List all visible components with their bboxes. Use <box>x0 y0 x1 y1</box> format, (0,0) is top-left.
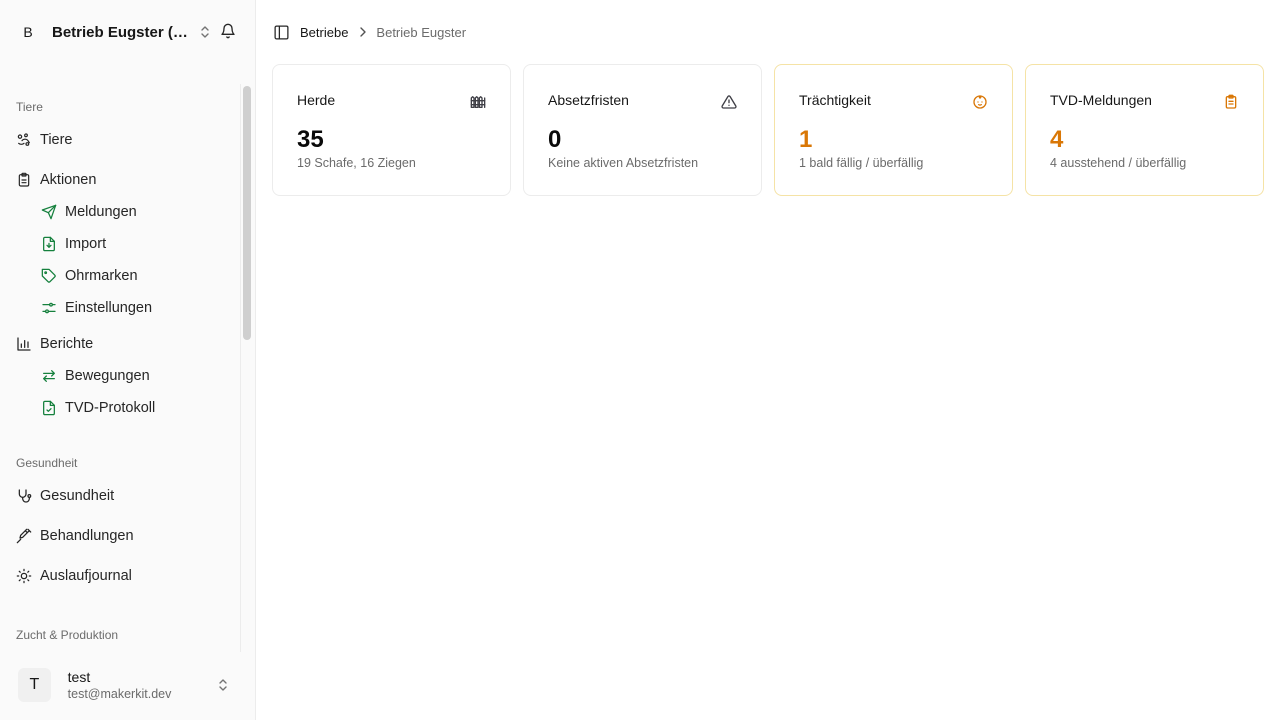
file-check-icon <box>41 400 57 416</box>
clipboard-icon <box>16 172 32 188</box>
section-label-tiere: Tiere <box>16 100 43 114</box>
sidebar-item-einstellungen[interactable]: Einstellungen <box>33 292 232 324</box>
sidebar-item-label: Aktionen <box>40 172 97 188</box>
sidebar-item-label: Gesundheit <box>40 488 115 504</box>
sidebar-item-label: Behandlungen <box>40 528 134 544</box>
card-value: 4 <box>1050 126 1064 153</box>
sidebar-item-import[interactable]: Import <box>33 228 232 260</box>
sidebar-scrollbar[interactable] <box>243 86 251 340</box>
sidebar-item-auslaufjournal[interactable]: Auslaufjournal <box>8 560 232 592</box>
sidebar-item-meldungen[interactable]: Meldungen <box>33 196 232 228</box>
stat-card-tvd-meldungen[interactable]: TVD-Meldungen 4 4 ausstehend / überfälli… <box>1025 64 1264 196</box>
user-name: test <box>67 669 91 685</box>
scroll-track <box>240 84 241 652</box>
syringe-icon <box>16 528 32 544</box>
sidebar-item-label: Import <box>65 236 107 252</box>
sidebar-item-label: Meldungen <box>65 204 137 220</box>
bar-chart-icon <box>16 336 32 352</box>
send-icon <box>41 204 57 220</box>
sun-icon <box>16 568 32 584</box>
card-title: Absetzfristen <box>548 92 629 108</box>
card-title: TVD-Meldungen <box>1050 92 1152 108</box>
clipboard-list-icon <box>1223 94 1239 110</box>
sidebar: B Betrieb Eugster (H... Tiere Tiere Akti… <box>0 0 256 720</box>
section-label-gesundheit: Gesundheit <box>16 456 78 470</box>
org-switcher[interactable]: B Betrieb Eugster (H... <box>8 12 240 52</box>
baby-icon <box>972 94 988 110</box>
stat-card-herde[interactable]: Herde 35 19 Schafe, 16 Ziegen <box>272 64 511 196</box>
warning-triangle-icon <box>721 94 737 110</box>
stethoscope-icon <box>16 488 32 504</box>
animals-icon <box>16 132 32 148</box>
chevron-right-icon <box>358 26 368 38</box>
sidebar-item-label: Tiere <box>40 132 73 148</box>
sidebar-item-label: TVD-Protokoll <box>65 400 156 416</box>
tag-icon <box>41 268 57 284</box>
card-subtitle: 1 bald fällig / überfällig <box>799 156 924 170</box>
card-value: 1 <box>799 126 813 153</box>
card-subtitle: Keine aktiven Absetzfristen <box>548 156 699 170</box>
org-avatar: B <box>23 24 33 40</box>
sidebar-item-label: Auslaufjournal <box>40 568 132 584</box>
sidebar-item-behandlungen[interactable]: Behandlungen <box>8 520 232 552</box>
user-menu[interactable]: T test test@makerkit.dev <box>8 660 240 710</box>
sidebar-item-label: Ohrmarken <box>65 268 138 284</box>
sidebar-item-berichte[interactable]: Berichte <box>8 328 232 360</box>
card-value: 0 <box>548 126 562 153</box>
user-email: test@makerkit.dev <box>67 687 172 701</box>
sidebar-item-bewegungen[interactable]: Bewegungen <box>33 360 232 392</box>
sidebar-item-aktionen[interactable]: Aktionen <box>8 164 232 196</box>
bell-icon[interactable] <box>218 21 238 41</box>
card-subtitle: 19 Schafe, 16 Ziegen <box>297 156 416 170</box>
file-import-icon <box>41 236 57 252</box>
sidebar-item-tiere[interactable]: Tiere <box>8 124 232 156</box>
org-name: Betrieb Eugster (H... <box>52 23 188 41</box>
sidebar-item-label: Bewegungen <box>65 368 150 384</box>
breadcrumb-link-betriebe[interactable]: Betriebe <box>300 25 348 40</box>
sidebar-item-gesundheit[interactable]: Gesundheit <box>8 480 232 512</box>
breadcrumb-current: Betrieb Eugster <box>376 24 467 40</box>
card-title: Herde <box>297 92 336 108</box>
card-value: 35 <box>297 126 324 153</box>
breadcrumb: Betriebe Betrieb Eugster <box>300 23 466 41</box>
sidebar-item-ohrmarken[interactable]: Ohrmarken <box>33 260 232 292</box>
stat-card-absetzfristen[interactable]: Absetzfristen 0 Keine aktiven Absetzfris… <box>523 64 762 196</box>
settings-sliders-icon <box>41 300 57 316</box>
card-title: Trächtigkeit <box>799 92 871 108</box>
sidebar-toggle-icon[interactable] <box>272 23 290 41</box>
chevron-up-down-icon <box>217 676 230 694</box>
fence-icon <box>470 94 486 110</box>
arrows-exchange-icon <box>41 368 57 384</box>
sidebar-item-label: Einstellungen <box>65 300 153 316</box>
user-info: test test@makerkit.dev <box>68 669 193 701</box>
chevron-up-down-icon <box>198 23 212 41</box>
card-subtitle: 4 ausstehend / überfällig <box>1050 156 1187 170</box>
sidebar-nav: Tiere Tiere Aktionen Meldungen Import Oh… <box>0 84 240 652</box>
section-label-zucht: Zucht & Produktion <box>16 628 119 642</box>
sidebar-item-tvd-protokoll[interactable]: TVD-Protokoll <box>33 392 232 424</box>
avatar: T <box>18 668 51 702</box>
stat-card-traechtigkeit[interactable]: Trächtigkeit 1 1 bald fällig / überfälli… <box>774 64 1013 196</box>
sidebar-item-label: Berichte <box>40 336 94 352</box>
